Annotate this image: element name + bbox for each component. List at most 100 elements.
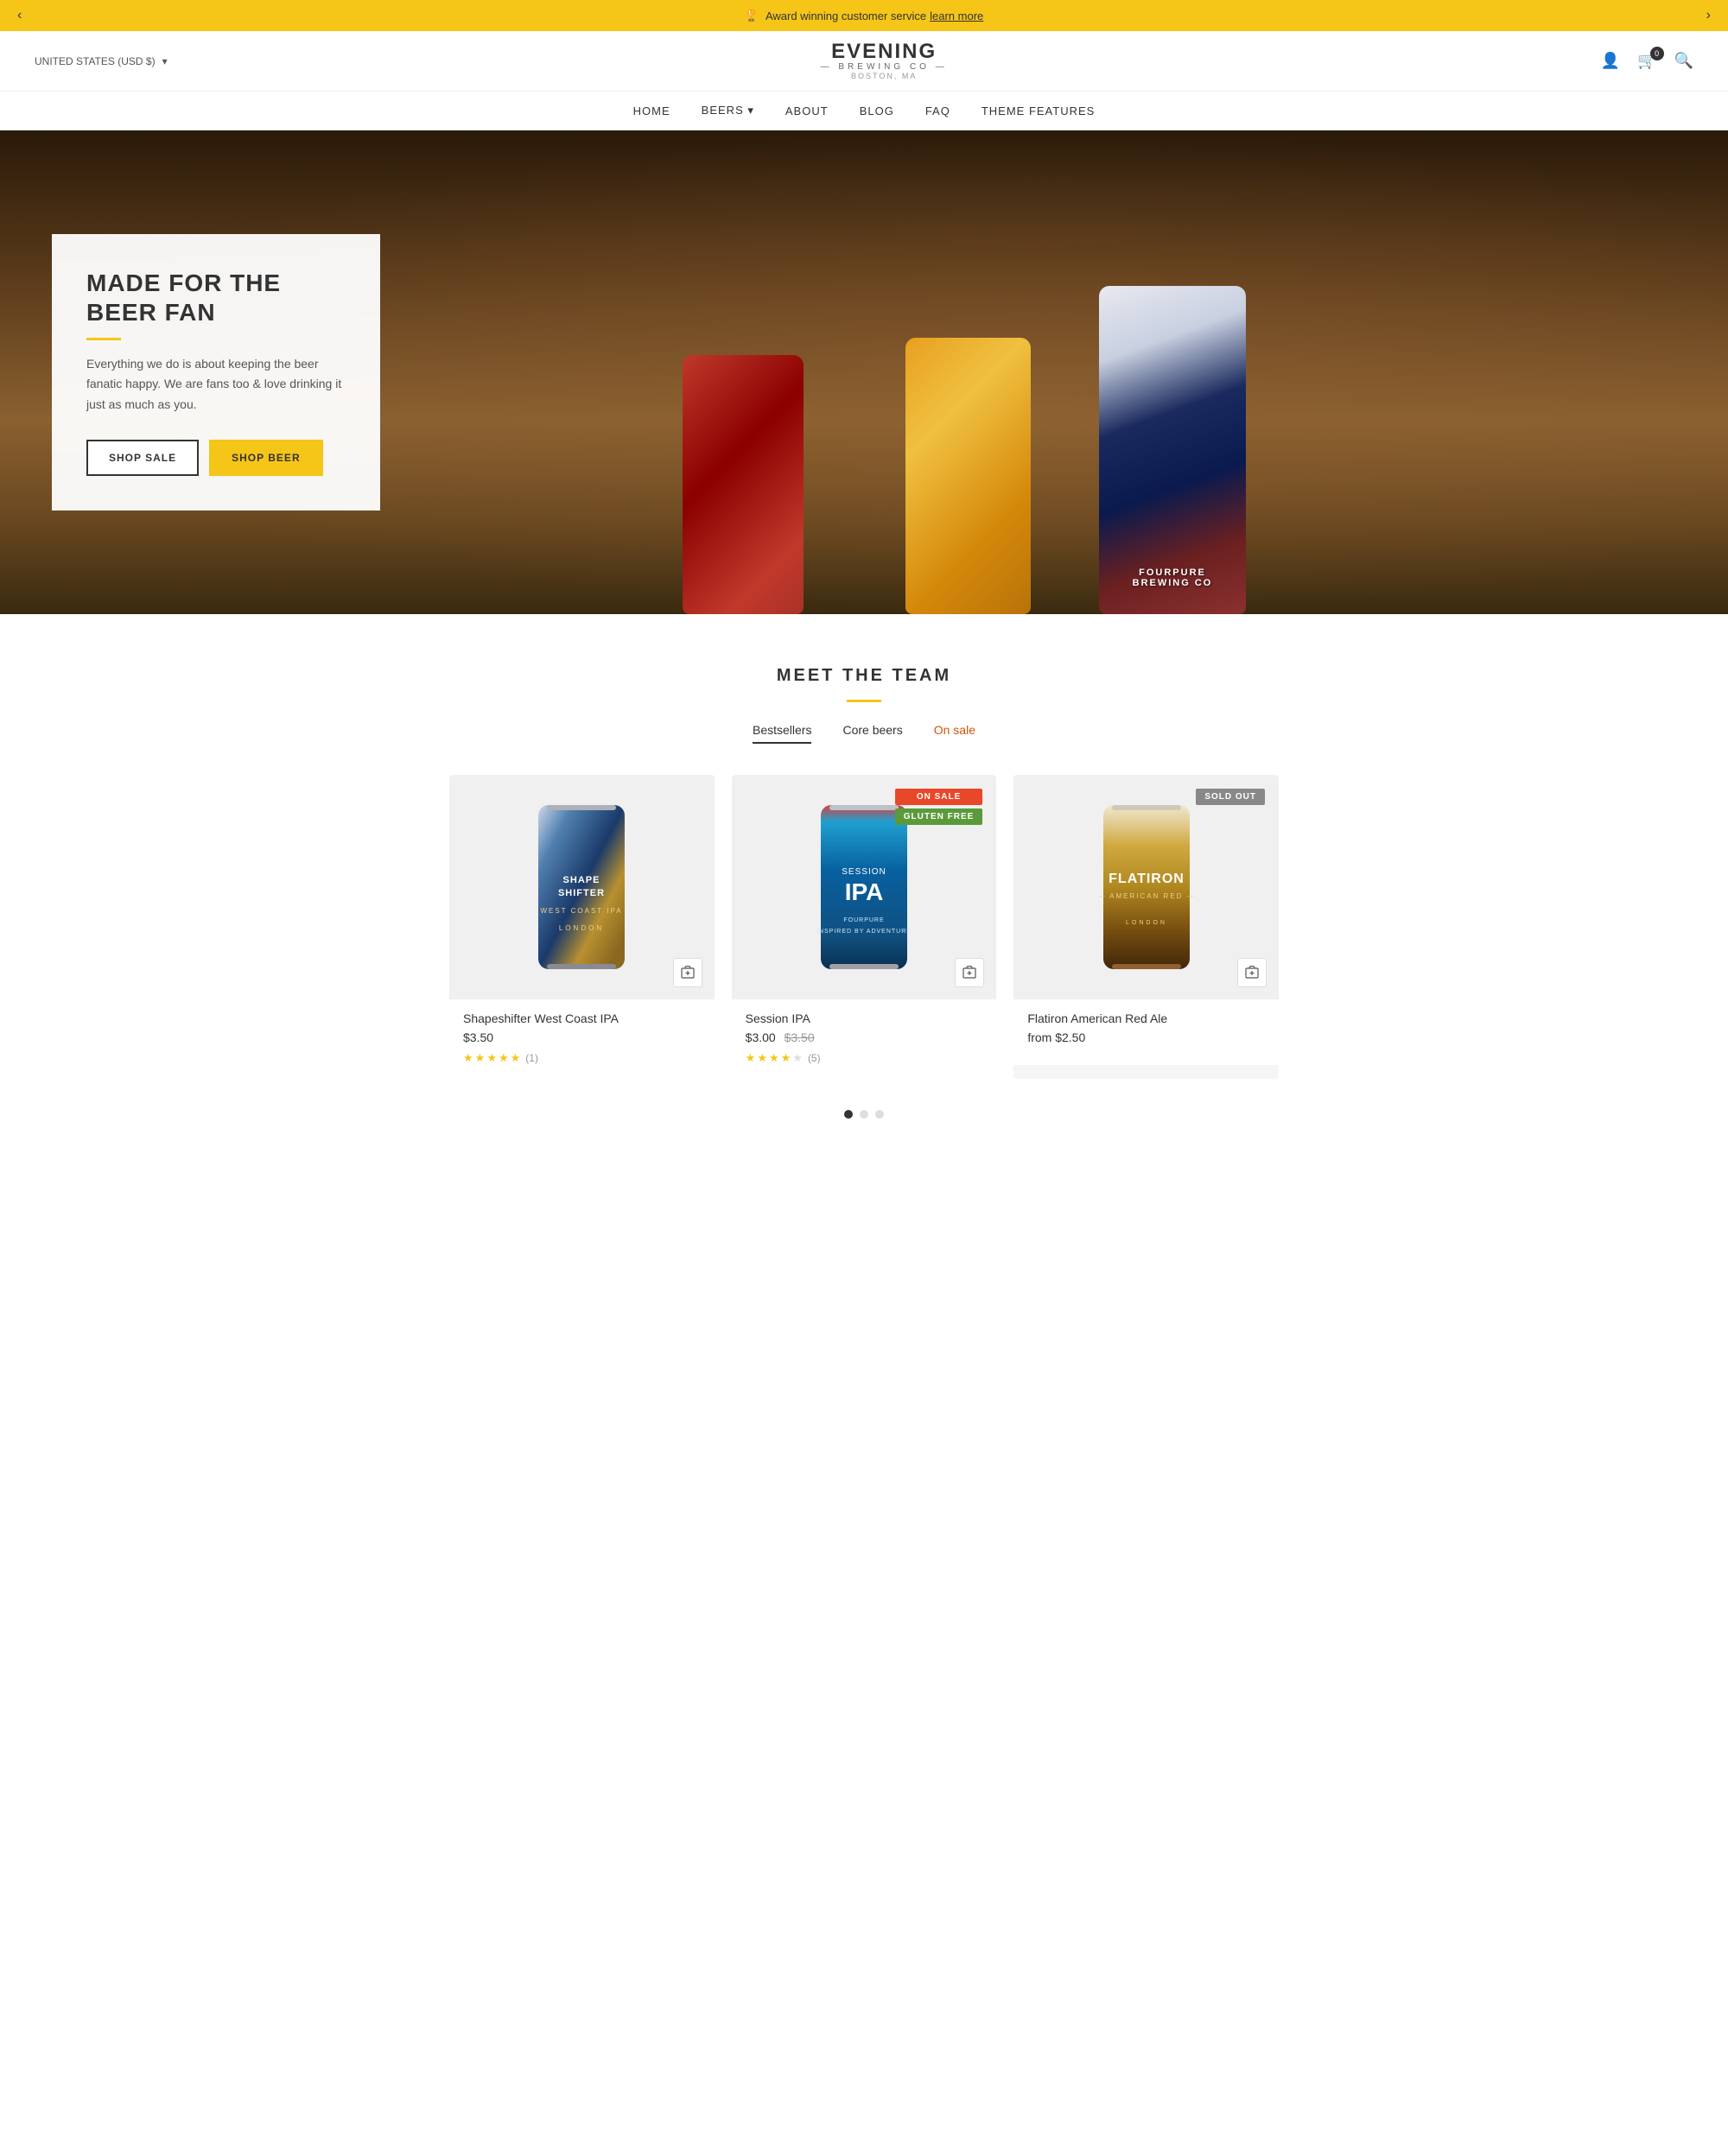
product-rating-shapeshifter: ★ ★ ★ ★ ★ (1): [463, 1051, 701, 1065]
can-shapeshifter-svg: SHAPE SHIFTER WEST COAST IPA LONDON: [534, 796, 629, 978]
svg-text:IPA: IPA: [845, 878, 884, 905]
badge-gluten-free: GLUTEN FREE: [895, 808, 983, 825]
nav-beers[interactable]: BEERS ▾: [702, 104, 754, 117]
svg-text:SHAPE: SHAPE: [563, 875, 600, 885]
search-icon-button[interactable]: 🔍: [1674, 52, 1693, 70]
chevron-down-icon: ▾: [162, 55, 168, 67]
product-tabs: Bestsellers Core beers On sale: [35, 723, 1693, 744]
product-price-shapeshifter: $3.50: [463, 1030, 701, 1044]
star-4: ★: [781, 1051, 791, 1065]
product-price-session-ipa: $3.00 $3.50: [746, 1030, 983, 1044]
review-count-shapeshifter: (1): [525, 1052, 538, 1064]
shop-sale-button[interactable]: SHOP SALE: [86, 440, 199, 476]
can-right: FOURPUREBREWING CO: [1099, 286, 1246, 614]
logo-name: EVENING: [821, 41, 948, 62]
trophy-icon: 🏆: [745, 9, 759, 22]
announcement-prev-button[interactable]: ‹: [17, 8, 22, 23]
nav-faq[interactable]: FAQ: [925, 104, 950, 117]
announcement-bar: ‹ 🏆 Award winning customer service learn…: [0, 0, 1728, 31]
svg-text:INSPIRED BY ADVENTURE: INSPIRED BY ADVENTURE: [816, 929, 912, 935]
badge-on-sale: ON SALE: [895, 789, 983, 805]
main-nav: HOME BEERS ▾ ABOUT BLOG FAQ THEME FEATUR…: [0, 92, 1728, 130]
quick-add-shapeshifter[interactable]: [673, 958, 702, 987]
header-actions: 👤 🛒 0 🔍: [1601, 52, 1693, 70]
logo-sub: — BREWING CO —: [821, 62, 948, 72]
nav-blog[interactable]: BLOG: [860, 104, 894, 117]
star-5: ★: [792, 1051, 803, 1065]
nav-theme-features[interactable]: THEME FEATURES: [982, 104, 1096, 117]
products-section: MEET THE TEAM Bestsellers Core beers On …: [0, 614, 1728, 1153]
product-card-session-ipa: ON SALE GLUTEN FREE: [732, 775, 997, 1079]
hero-accent-bar: [86, 338, 121, 340]
quick-add-flatiron[interactable]: [1237, 958, 1267, 987]
original-price: $3.50: [785, 1030, 815, 1044]
product-info-session-ipa: Session IPA $3.00 $3.50 ★ ★ ★ ★ ★ (5): [732, 999, 997, 1079]
pagination-dot-1[interactable]: [844, 1110, 853, 1119]
product-badges-flatiron: SOLD OUT: [1196, 789, 1265, 805]
chevron-left-icon: ‹: [17, 8, 22, 22]
svg-text:SESSION: SESSION: [842, 867, 886, 877]
product-info-flatiron: Flatiron American Red Ale from $2.50: [1013, 999, 1279, 1065]
tab-on-sale[interactable]: On sale: [934, 723, 975, 744]
star-1: ★: [463, 1051, 473, 1065]
product-rating-session-ipa: ★ ★ ★ ★ ★ (5): [746, 1051, 983, 1065]
svg-text:WEST COAST IPA: WEST COAST IPA: [541, 907, 623, 915]
star-2: ★: [757, 1051, 767, 1065]
shop-beer-button[interactable]: SHOP BEER: [209, 440, 322, 476]
star-3: ★: [769, 1051, 779, 1065]
section-accent-bar: [847, 700, 881, 702]
pagination-dot-3[interactable]: [875, 1110, 884, 1119]
announcement-next-button[interactable]: ›: [1706, 8, 1711, 23]
can-right-label: FOURPUREBREWING CO: [1099, 568, 1246, 588]
cart-icon-button[interactable]: 🛒 0: [1637, 52, 1656, 70]
product-name-session-ipa: Session IPA: [746, 1011, 983, 1025]
quick-add-icon-2: [962, 966, 976, 980]
badge-sold-out: SOLD OUT: [1196, 789, 1265, 805]
user-icon-button[interactable]: 👤: [1601, 52, 1620, 70]
region-selector[interactable]: UNITED STATES (USD $) ▾: [35, 55, 168, 67]
cart-badge: 0: [1650, 47, 1664, 60]
tab-core-beers[interactable]: Core beers: [842, 723, 902, 744]
header: UNITED STATES (USD $) ▾ EVENING — BREWIN…: [0, 31, 1728, 92]
hero-buttons: SHOP SALE SHOP BEER: [86, 440, 346, 476]
hero-title: MADE FOR THE BEER FAN: [86, 269, 346, 327]
star-5: ★: [511, 1051, 521, 1065]
can-middle: [905, 338, 1031, 614]
can-flatiron-svg: FLATIRON — AMERICAN RED — LONDON: [1099, 796, 1194, 978]
svg-text:LONDON: LONDON: [1126, 920, 1167, 926]
tab-bestsellers[interactable]: Bestsellers: [753, 723, 811, 744]
from-label: from: [1027, 1030, 1055, 1044]
product-price-flatiron: from $2.50: [1027, 1030, 1265, 1044]
announcement-link[interactable]: learn more: [930, 10, 983, 22]
logo[interactable]: EVENING — BREWING CO — BOSTON, MA: [821, 41, 948, 80]
hero-content: MADE FOR THE BEER FAN Everything we do i…: [52, 234, 380, 510]
can-left: [683, 355, 804, 614]
star-4: ★: [499, 1051, 509, 1065]
svg-text:FOURPURE: FOURPURE: [843, 917, 884, 923]
quick-add-icon-3: [1245, 966, 1259, 980]
star-2: ★: [475, 1051, 486, 1065]
sale-price: $3.00: [746, 1030, 776, 1044]
product-image-flatiron: SOLD OUT FLATIRO: [1013, 775, 1279, 999]
nav-about[interactable]: ABOUT: [785, 104, 829, 117]
product-card-shapeshifter: SHAPE SHIFTER WEST COAST IPA LONDON Shap…: [449, 775, 715, 1079]
quick-add-icon: [681, 966, 695, 980]
product-image-session-ipa: ON SALE GLUTEN FREE: [732, 775, 997, 999]
quick-add-session-ipa[interactable]: [955, 958, 984, 987]
announcement-text: Award winning customer service: [766, 10, 926, 22]
region-label: UNITED STATES (USD $): [35, 55, 156, 67]
product-grid: SHAPE SHIFTER WEST COAST IPA LONDON Shap…: [449, 775, 1279, 1079]
svg-text:FLATIRON: FLATIRON: [1109, 872, 1185, 886]
product-badges-session-ipa: ON SALE GLUTEN FREE: [895, 789, 983, 825]
svg-text:SHIFTER: SHIFTER: [558, 888, 605, 898]
review-count-session-ipa: (5): [808, 1052, 821, 1064]
product-name-flatiron: Flatiron American Red Ale: [1027, 1011, 1265, 1025]
product-name-shapeshifter: Shapeshifter West Coast IPA: [463, 1011, 701, 1025]
logo-tagline: BOSTON, MA: [821, 72, 948, 80]
hero-cans: FOURPUREBREWING CO: [518, 130, 1728, 614]
svg-text:LONDON: LONDON: [559, 924, 604, 932]
star-3: ★: [486, 1051, 497, 1065]
pagination-dots: [35, 1110, 1693, 1119]
nav-home[interactable]: HOME: [633, 104, 670, 117]
pagination-dot-2[interactable]: [860, 1110, 868, 1119]
